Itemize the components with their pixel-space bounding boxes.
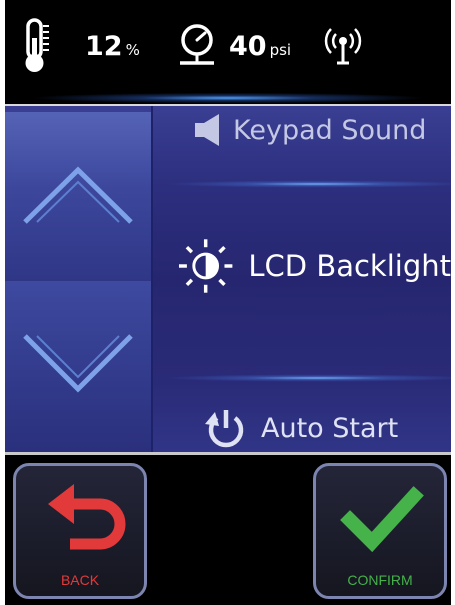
- status-bar: 12 % 40 psi: [5, 0, 451, 92]
- device-screen: 12 % 40 psi Keypad Sound LCD Backlight A…: [5, 0, 451, 605]
- menu-divider: [153, 180, 451, 188]
- settings-menu: Keypad Sound LCD Backlight Auto Start: [5, 106, 451, 452]
- scroll-arrows: [5, 106, 153, 452]
- confirm-button[interactable]: CONFIRM: [313, 463, 447, 599]
- menu-divider: [153, 374, 451, 382]
- menu-item-label: LCD Backlight: [248, 249, 451, 283]
- checkmark-icon: [340, 486, 424, 553]
- pressure-gauge-icon: [177, 0, 217, 92]
- pressure-readout: 40 psi: [229, 0, 291, 92]
- scroll-up-button[interactable]: [5, 112, 151, 283]
- brightness-icon: [178, 239, 233, 293]
- back-label: BACK: [60, 572, 100, 588]
- confirm-label: CONFIRM: [347, 572, 413, 588]
- back-button[interactable]: BACK: [13, 463, 147, 599]
- header-divider-glow: [5, 92, 451, 104]
- scroll-down-button[interactable]: [5, 281, 151, 452]
- back-arrow-icon: [48, 484, 126, 550]
- humidity-readout: 12 %: [85, 0, 140, 92]
- pressure-unit: psi: [269, 41, 292, 59]
- menu-item-label: Keypad Sound: [233, 114, 427, 146]
- humidity-value: 12: [85, 30, 123, 62]
- menu-item-auto-start[interactable]: Auto Start: [153, 404, 451, 452]
- power-restart-icon: [205, 410, 244, 448]
- action-bar: BACK CONFIRM: [5, 455, 451, 605]
- menu-item-label: Auto Start: [261, 412, 399, 444]
- wireless-signal-icon: [323, 0, 363, 92]
- menu-item-keypad-sound[interactable]: Keypad Sound: [153, 106, 451, 154]
- speaker-icon: [195, 114, 219, 146]
- chevron-up-icon: [23, 166, 133, 224]
- pressure-value: 40: [229, 30, 267, 62]
- menu-item-lcd-backlight[interactable]: LCD Backlight: [153, 216, 451, 316]
- thermometer-icon: [19, 0, 53, 92]
- humidity-unit: %: [125, 41, 140, 59]
- chevron-down-icon: [23, 334, 133, 393]
